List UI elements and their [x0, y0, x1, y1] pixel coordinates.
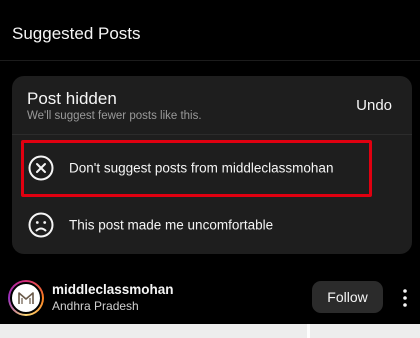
more-options-icon[interactable]: [398, 288, 412, 308]
post-location[interactable]: Andhra Pradesh: [52, 299, 139, 313]
page-title: Suggested Posts: [12, 24, 141, 43]
post-username[interactable]: middleclassmohan: [52, 282, 174, 297]
m-logo-icon: [18, 292, 34, 304]
sad-face-icon: [28, 212, 54, 238]
follow-button[interactable]: Follow: [312, 281, 383, 313]
header-divider: [0, 60, 420, 61]
card-subtitle: We'll suggest fewer posts like this.: [27, 110, 202, 122]
post-image[interactable]: [0, 324, 420, 338]
card-title: Post hidden: [27, 89, 117, 108]
post-hidden-card: Post hidden We'll suggest fewer posts li…: [12, 76, 412, 254]
uncomfortable-option[interactable]: This post made me uncomfortable: [12, 197, 412, 253]
dont-suggest-label: Don't suggest posts from middleclassmoha…: [69, 160, 334, 176]
x-circle-icon: [28, 155, 54, 181]
dont-suggest-option[interactable]: Don't suggest posts from middleclassmoha…: [12, 140, 412, 196]
avatar[interactable]: [8, 280, 44, 316]
uncomfortable-label: This post made me uncomfortable: [69, 217, 274, 233]
card-divider: [12, 134, 412, 135]
post-header: middleclassmohan Andhra Pradesh Follow: [0, 272, 420, 324]
undo-button[interactable]: Undo: [356, 97, 392, 114]
